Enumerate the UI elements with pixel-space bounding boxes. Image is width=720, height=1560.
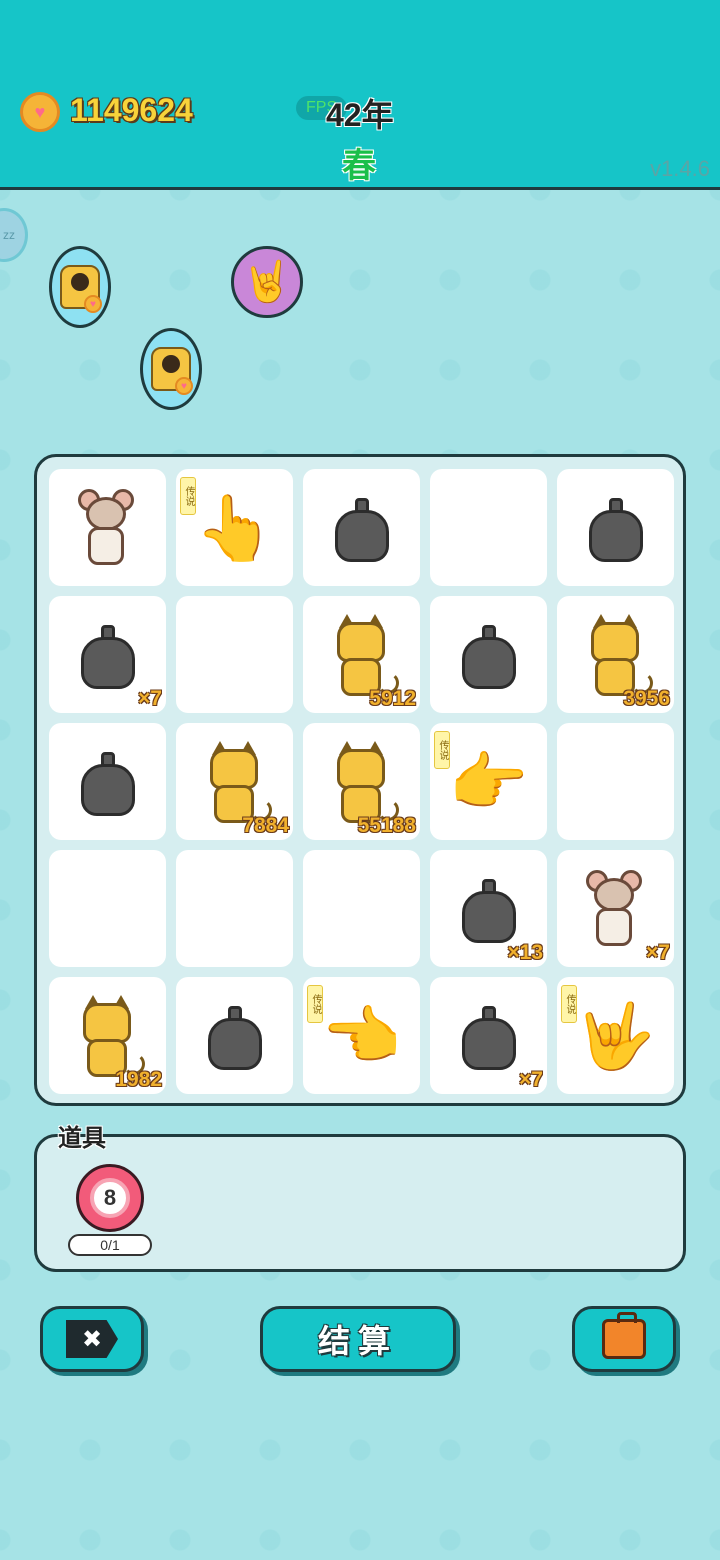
cat-icon	[585, 613, 653, 696]
board-cell[interactable]: ×7	[557, 850, 674, 967]
buff-hand-icon[interactable]: 🤘	[231, 246, 303, 318]
board-grid: 👆 传说 ×7 5912 3956 7884 55188 👉 传说 ×13 ×7 1982 👈 传说 ×7 🤟…	[49, 469, 674, 1094]
mouse-icon	[585, 869, 646, 948]
coin-balance: 1149624	[70, 92, 193, 128]
cat-icon	[331, 613, 399, 696]
board-cell[interactable]	[49, 723, 166, 840]
version-label: v1.4.6	[650, 156, 710, 181]
ball-item[interactable]: 8	[76, 1164, 144, 1232]
cat-icon	[77, 994, 145, 1077]
ball-number: 8	[90, 1178, 130, 1218]
board-cell[interactable]	[176, 596, 293, 713]
cat-icon	[204, 740, 272, 823]
garbage-bag-icon	[207, 1002, 262, 1070]
board-cell[interactable]: ×13	[430, 850, 547, 967]
board-cell[interactable]: 👉 传说	[430, 723, 547, 840]
garbage-bag-icon	[80, 621, 135, 689]
item-count: ×7	[519, 1068, 543, 1091]
legend-tag: 传说	[180, 477, 196, 515]
game-board: 👆 传说 ×7 5912 3956 7884 55188 👉 传说 ×13 ×7 1982 👈 传说 ×7 🤟…	[34, 454, 686, 1106]
item-count: 5912	[369, 687, 416, 710]
mouse-icon	[77, 488, 138, 567]
board-cell[interactable]	[557, 469, 674, 586]
board-cell[interactable]: 🤟 传说	[557, 977, 674, 1094]
board-cell[interactable]: ×7	[49, 596, 166, 713]
item-count: ×7	[138, 687, 162, 710]
board-cell[interactable]	[303, 469, 420, 586]
board-cell[interactable]: 1982	[49, 977, 166, 1094]
garbage-bag-icon	[588, 494, 643, 562]
inventory-button[interactable]	[572, 1306, 676, 1372]
cat-icon	[331, 740, 399, 823]
board-cell[interactable]: 7884	[176, 723, 293, 840]
legend-tag: 传说	[434, 731, 450, 769]
board-cell[interactable]: 👆 传说	[176, 469, 293, 586]
season-label: 春	[342, 147, 376, 185]
legend-tag: 传说	[561, 985, 577, 1023]
legend-tag: 传说	[307, 985, 323, 1023]
board-cell[interactable]	[557, 723, 674, 840]
garbage-bag-icon	[461, 1002, 516, 1070]
garbage-bag-icon	[461, 875, 516, 943]
hand-gesture-icon: 👈	[321, 999, 402, 1072]
board-cell[interactable]: ×7	[430, 977, 547, 1094]
board-cell[interactable]	[49, 469, 166, 586]
garbage-bag-icon	[334, 494, 389, 562]
close-icon: ✖	[66, 1320, 118, 1358]
board-cell[interactable]	[176, 977, 293, 1094]
board-cell[interactable]: 3956	[557, 596, 674, 713]
board-cell[interactable]: 5912	[303, 596, 420, 713]
board-cell[interactable]: 👈 传说	[303, 977, 420, 1094]
board-cell[interactable]: 55188	[303, 723, 420, 840]
hand-gesture-icon: 👉	[448, 745, 529, 818]
coin-icon: ♥	[20, 92, 60, 132]
item-count: 3956	[623, 687, 670, 710]
item-count: 1982	[115, 1068, 162, 1091]
board-cell[interactable]	[430, 469, 547, 586]
buff-cat-icon-1[interactable]: ♥	[49, 246, 111, 328]
ball-count: 0/1	[68, 1234, 152, 1256]
garbage-bag-icon	[461, 621, 516, 689]
hand-gesture-icon: 🤟	[575, 999, 656, 1072]
props-title: 道具	[58, 1125, 106, 1152]
item-count: 7884	[242, 814, 289, 837]
settle-button[interactable]: 结算	[260, 1306, 456, 1372]
year-label: 42年	[326, 97, 394, 133]
board-cell[interactable]	[303, 850, 420, 967]
buff-cat-icon-2[interactable]: ♥	[140, 328, 202, 410]
top-bar: ♥ 1149624 FPS 42年 春 v1.4.6	[0, 0, 720, 190]
board-cell[interactable]	[430, 596, 547, 713]
item-count: ×13	[507, 941, 543, 964]
board-cell[interactable]	[49, 850, 166, 967]
board-cell[interactable]	[176, 850, 293, 967]
briefcase-icon	[602, 1312, 646, 1359]
settle-label: 结算	[317, 1323, 398, 1359]
hand-gesture-icon: 👆	[194, 491, 275, 564]
exit-button[interactable]: ✖	[40, 1306, 144, 1372]
item-count: ×7	[646, 941, 670, 964]
garbage-bag-icon	[80, 748, 135, 816]
item-count: 55188	[357, 814, 416, 837]
